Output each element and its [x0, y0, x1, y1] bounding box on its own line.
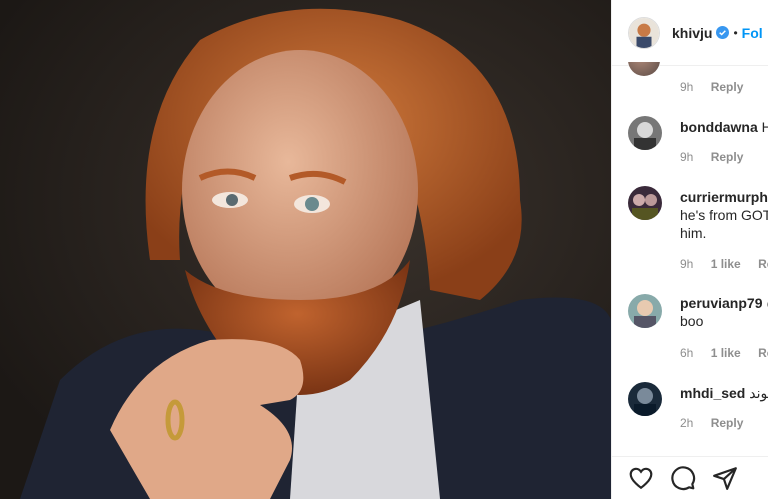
- reply-button[interactable]: Repl: [758, 346, 768, 360]
- reply-button[interactable]: Reply: [711, 416, 744, 430]
- reply-button[interactable]: Reply: [711, 80, 744, 94]
- author-avatar[interactable]: [628, 16, 660, 49]
- comment-body: موند: [749, 385, 768, 401]
- comment-time: 6h: [680, 346, 694, 360]
- commenter-username[interactable]: curriermurph: [680, 189, 768, 205]
- comment-meta: 9h 1 like Repl: [680, 257, 768, 271]
- comment-body: he's from GOT: [680, 207, 768, 223]
- comment-time: 9h: [680, 257, 694, 271]
- comment-time: 9h: [680, 80, 694, 94]
- comment-meta: 6h 1 like Repl: [680, 346, 768, 360]
- comment-meta: 2h Reply: [680, 416, 757, 430]
- comment-body-cont: him.: [680, 225, 707, 241]
- partial-avatar: [628, 62, 660, 76]
- comment-text: peruvianp79 @ boo: [680, 294, 768, 330]
- commenter-username[interactable]: bonddawna: [680, 119, 758, 135]
- commenter-username[interactable]: peruvianp79: [680, 295, 762, 311]
- commenter-username[interactable]: mhdi_sed: [680, 385, 745, 401]
- heart-icon: [629, 467, 653, 490]
- post-header: khivju • Fol: [612, 0, 768, 66]
- comment-icon: [671, 466, 696, 491]
- comment-likes[interactable]: 1 like: [711, 257, 741, 271]
- post-actions: [612, 456, 768, 499]
- verified-badge-icon: [716, 26, 730, 39]
- comment-text: mhdi_sed موند: [680, 384, 768, 402]
- follow-button[interactable]: Fol: [742, 25, 763, 41]
- comment-time: 2h: [680, 416, 694, 430]
- comment-likes[interactable]: 1 like: [711, 346, 741, 360]
- like-button[interactable]: [628, 465, 654, 491]
- separator-dot: •: [733, 25, 738, 40]
- comment-meta: 9h Reply: [680, 80, 757, 94]
- commenter-avatar[interactable]: [628, 186, 662, 220]
- commenter-avatar[interactable]: [628, 116, 662, 150]
- author-username[interactable]: khivju: [672, 25, 712, 41]
- portrait-image: [0, 0, 611, 499]
- comment-meta: 9h Reply: [680, 150, 757, 164]
- comment-text: bonddawna H: [680, 118, 768, 136]
- comment-button[interactable]: [670, 465, 696, 491]
- comment-text: curriermurph he's from GOT him.: [680, 188, 768, 242]
- share-button[interactable]: [712, 465, 738, 491]
- share-icon: [713, 467, 737, 490]
- comment-time: 9h: [680, 150, 694, 164]
- post-photo: [0, 0, 611, 499]
- comments-panel: khivju • Fol 9h Reply bonddawna H 9h Rep…: [611, 0, 768, 499]
- comment-body: H: [762, 119, 768, 135]
- comment-body: boo: [680, 313, 704, 329]
- reply-button[interactable]: Repl: [758, 257, 768, 271]
- commenter-avatar[interactable]: [628, 382, 662, 416]
- reply-button[interactable]: Reply: [711, 150, 744, 164]
- commenter-avatar[interactable]: [628, 294, 662, 328]
